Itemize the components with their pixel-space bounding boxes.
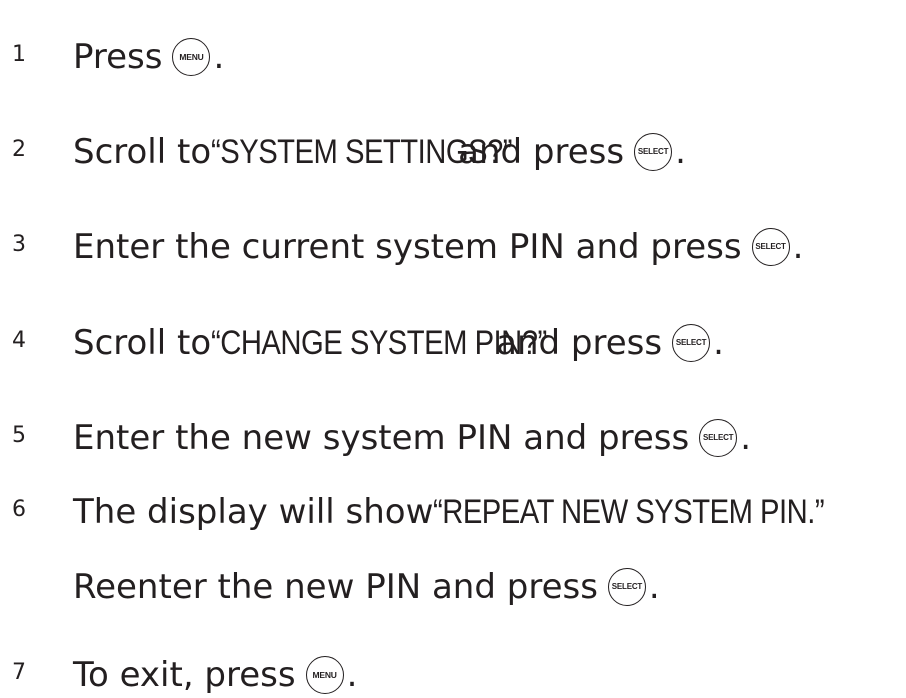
step-number: 7 <box>12 660 26 685</box>
step-number: 5 <box>12 423 26 448</box>
step-text-end: . <box>740 418 751 458</box>
step-2: 2 Scroll to “SYSTEM SETTINGS?” and press… <box>0 115 906 175</box>
step-text-before: Press <box>73 37 163 77</box>
step-text-quoted: “REPEAT NEW SYSTEM PIN.” <box>433 493 825 531</box>
select-button-icon: SELECT <box>699 419 738 457</box>
step-text-quoted: “SYSTEM SETTINGS?” <box>211 133 513 171</box>
step-text-end: . <box>675 132 686 172</box>
step-text-before: Enter the current system PIN and press <box>73 227 742 267</box>
step-number: 6 <box>12 497 26 522</box>
step-text: Enter the new system PIN and press SELEC… <box>73 417 751 458</box>
step-number: 3 <box>12 232 26 257</box>
select-button-icon: SELECT <box>634 133 673 171</box>
step-text: Press MENU . <box>73 36 225 77</box>
select-button-icon: SELECT <box>751 228 790 266</box>
step-text: Reenter the new PIN and press SELECT . <box>73 566 660 607</box>
select-button-icon: SELECT <box>607 568 646 606</box>
step-5: 5 Enter the new system PIN and press SEL… <box>0 401 906 461</box>
step-number: 4 <box>12 328 26 353</box>
step-text: Enter the current system PIN and press S… <box>73 226 804 267</box>
step-6-continued: Reenter the new PIN and press SELECT . <box>0 550 906 610</box>
step-text-before: Reenter the new PIN and press <box>73 567 598 607</box>
step-text-before: Scroll to <box>73 323 212 363</box>
step-1: 1 Press MENU . <box>0 20 906 80</box>
menu-button-icon: MENU <box>172 38 211 76</box>
step-text: Scroll to “SYSTEM SETTINGS?” and press S… <box>73 131 686 172</box>
step-4: 4 Scroll to “CHANGE SYSTEM PIN?” and pre… <box>0 306 906 366</box>
step-text: The display will show “REPEAT NEW SYSTEM… <box>73 492 825 532</box>
step-text-before: Scroll to <box>73 132 212 172</box>
step-text: Scroll to “CHANGE SYSTEM PIN?” and press… <box>73 322 724 363</box>
instruction-steps: 1 Press MENU . 2 Scroll to “SYSTEM SETTI… <box>0 0 906 698</box>
step-text-before: The display will show <box>73 492 434 532</box>
step-text-end: . <box>213 37 225 77</box>
step-7: 7 To exit, press MENU . <box>0 638 906 698</box>
step-text-end: . <box>792 227 804 267</box>
step-text-end: . <box>713 323 724 363</box>
step-number: 1 <box>12 42 26 67</box>
step-text-before: To exit, press <box>73 655 296 695</box>
step-text-end: . <box>346 655 358 695</box>
select-button-icon: SELECT <box>672 324 711 362</box>
step-text-quoted: “CHANGE SYSTEM PIN?” <box>211 324 547 362</box>
step-text: To exit, press MENU . <box>73 654 358 695</box>
step-6: 6 The display will show “REPEAT NEW SYST… <box>0 475 906 535</box>
menu-button-icon: MENU <box>305 656 344 694</box>
step-text-before: Enter the new system PIN and press <box>73 418 690 458</box>
step-text-end: . <box>648 567 660 607</box>
step-number: 2 <box>12 137 26 162</box>
step-3: 3 Enter the current system PIN and press… <box>0 210 906 270</box>
